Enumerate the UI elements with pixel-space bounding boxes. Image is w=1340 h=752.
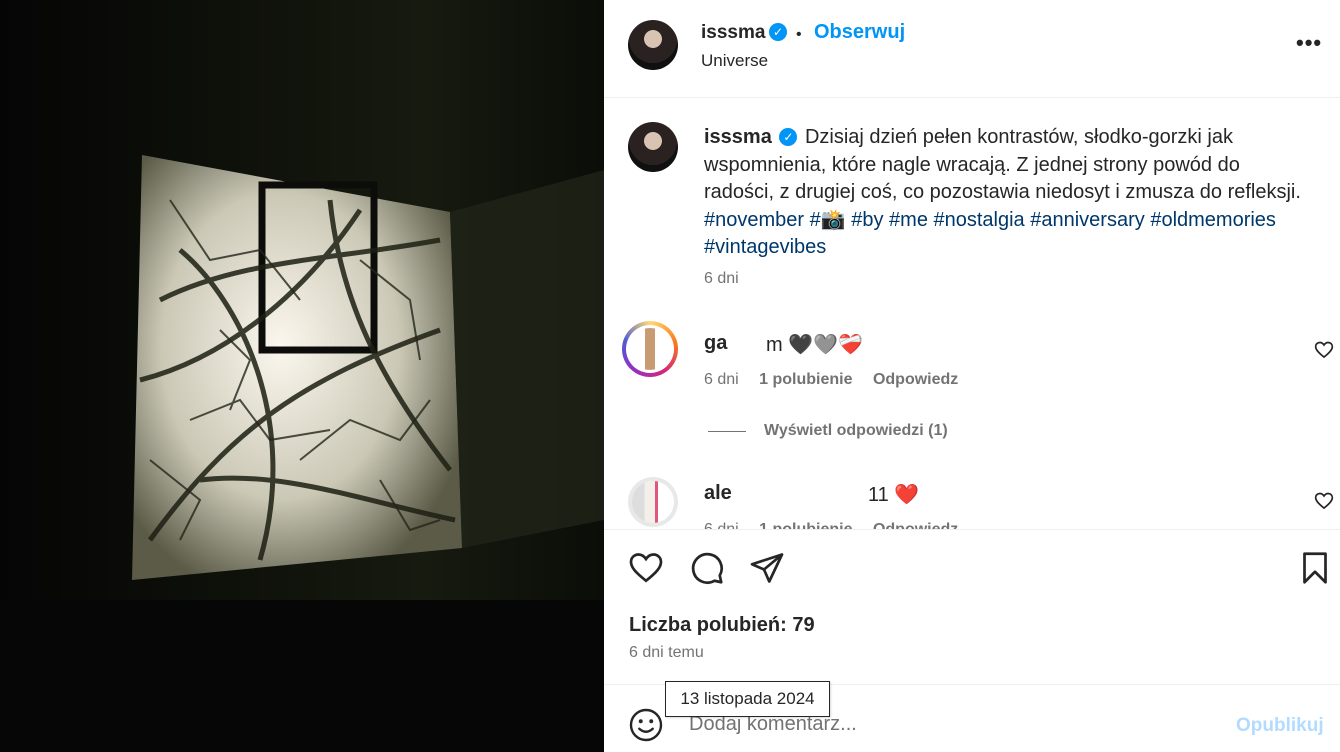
commenter-avatar[interactable] (628, 477, 678, 527)
comment-time[interactable]: 6 dni (704, 371, 739, 388)
commenter-avatar[interactable] (622, 321, 678, 377)
comment-username[interactable]: ale (704, 482, 732, 505)
hashtag[interactable]: #by (851, 209, 883, 231)
view-replies-button[interactable]: Wyświetl odpowiedzi (1) (708, 422, 948, 440)
likes-count[interactable]: Liczba polubień: 79 (629, 614, 815, 637)
comment-meta: 6 dni 1 polubienie Odpowiedz (704, 371, 958, 389)
comment-like-icon[interactable] (1314, 340, 1334, 360)
caption-verified-badge-icon: ✓ (779, 128, 798, 146)
post-panel: isssma ✓ • Obserwuj Universe ••• isssma … (604, 0, 1340, 752)
more-options-icon[interactable]: ••• (1296, 30, 1322, 56)
photo-image (0, 0, 604, 752)
comment-text: m 🖤🩶❤️‍🩹 (766, 334, 863, 356)
reply-button[interactable]: Odpowiedz (873, 521, 958, 529)
follow-button[interactable]: Obserwuj (814, 21, 905, 44)
date-tooltip: 13 listopada 2024 (665, 681, 830, 717)
comments-scroll-area[interactable]: isssma ✓ Dzisiaj dzień pełen kontrastów,… (604, 99, 1340, 529)
caption-timestamp[interactable]: 6 dni (704, 270, 739, 288)
comment-username[interactable]: ga (704, 332, 727, 355)
verified-badge-icon: ✓ (769, 23, 787, 41)
hashtag[interactable]: #nostalgia (934, 209, 1025, 231)
heart-icon[interactable] (628, 550, 664, 586)
caption-author-avatar[interactable] (628, 122, 678, 172)
location-subtitle[interactable]: Universe (701, 51, 768, 71)
comment-likes[interactable]: 1 polubienie (759, 371, 852, 388)
hashtag[interactable]: #anniversary (1030, 209, 1145, 231)
view-replies-label: Wyświetl odpowiedzi (1) (764, 422, 948, 439)
publish-button[interactable]: Opublikuj (1236, 715, 1324, 737)
comment-time[interactable]: 6 dni (704, 521, 739, 529)
comment-meta: 6 dni 1 polubienie Odpowiedz (704, 521, 958, 529)
post-caption: isssma ✓ Dzisiaj dzień pełen kontrastów,… (704, 124, 1304, 262)
separator-dot: • (796, 26, 802, 43)
paper-plane-icon[interactable] (749, 550, 785, 586)
view-replies-line (708, 430, 746, 432)
post-actions: Liczba polubień: 79 6 dni temu (604, 529, 1340, 684)
author-username[interactable]: isssma (701, 22, 765, 44)
comment-likes[interactable]: 1 polubienie (759, 521, 852, 529)
comment-like-icon[interactable] (1314, 491, 1334, 511)
comment-text: 11 ❤️ (868, 484, 920, 506)
hashtag[interactable]: #📸 (810, 209, 846, 231)
author-avatar[interactable] (628, 20, 678, 70)
caption-username[interactable]: isssma (704, 126, 772, 148)
hashtag[interactable]: #oldmemories (1150, 209, 1276, 231)
hashtag[interactable]: #me (889, 209, 928, 231)
reply-button[interactable]: Odpowiedz (873, 371, 958, 388)
post-header: isssma ✓ • Obserwuj Universe ••• (604, 0, 1340, 98)
emoji-icon[interactable] (628, 707, 664, 743)
hashtag[interactable]: #november (704, 209, 804, 231)
hashtag[interactable]: #vintagevibes (704, 236, 826, 258)
post-timestamp[interactable]: 6 dni temu (629, 644, 704, 662)
bookmark-icon[interactable] (1297, 550, 1333, 586)
post-photo[interactable] (0, 0, 604, 752)
comment-icon[interactable] (689, 550, 725, 586)
